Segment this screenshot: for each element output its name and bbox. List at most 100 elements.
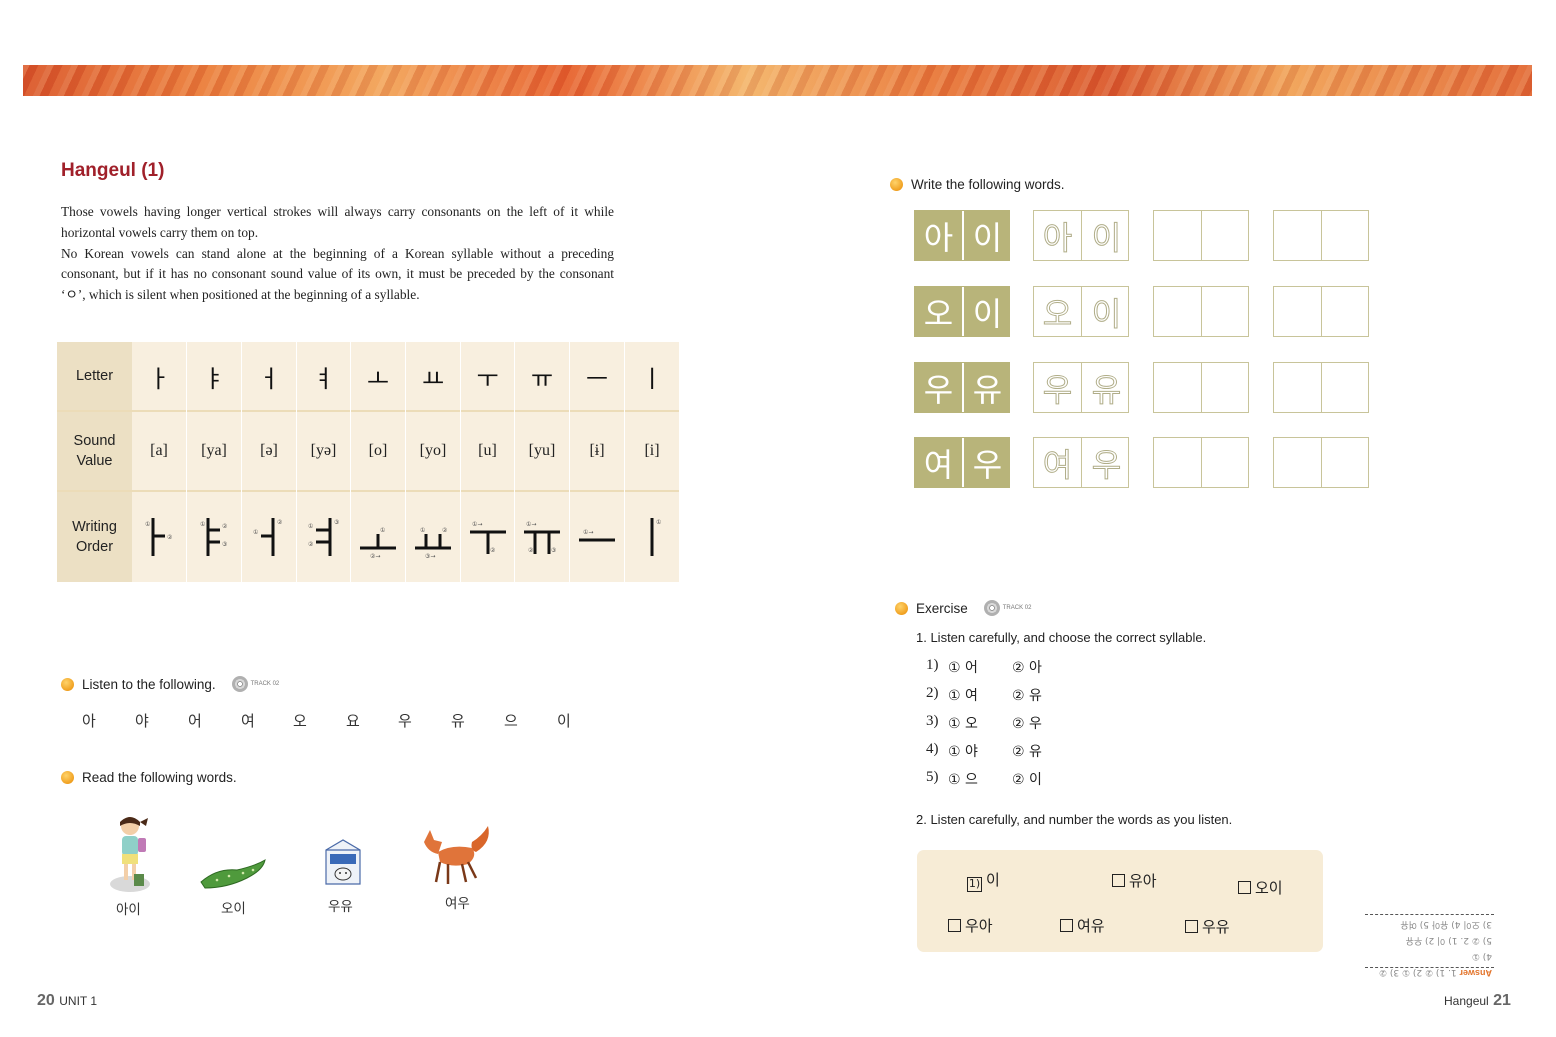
syllable: 여 (241, 712, 255, 730)
writing-box-blank[interactable] (1273, 362, 1369, 413)
sound-cell: [a] (150, 442, 168, 459)
cd-icon (231, 676, 248, 692)
option-a[interactable]: ① 오 (948, 713, 978, 733)
sound-cell: [ɨ] (589, 442, 605, 459)
letter-cell: ㅛ (421, 364, 445, 393)
svg-text:①: ① (200, 521, 205, 528)
writing-box-trace[interactable]: 우유 (1033, 362, 1129, 413)
option-b[interactable]: ② 유 (1012, 741, 1042, 761)
box-divider (1321, 438, 1322, 487)
letter-cell: ㅠ (530, 364, 554, 393)
milk-carton-illustration (325, 839, 361, 885)
writing-box-blank[interactable] (1153, 437, 1249, 488)
writing-box-blank[interactable] (1273, 437, 1369, 488)
q2-word: 오이 (1255, 879, 1283, 897)
writing-box-blank[interactable] (1153, 286, 1249, 337)
model-syllable: 이 (972, 294, 1003, 333)
trace-syllable: 이 (1091, 218, 1122, 257)
writing-box-trace[interactable]: 오이 (1033, 286, 1129, 337)
trace-syllable: 우 (1042, 370, 1073, 409)
writing-box-trace[interactable]: 아이 (1033, 210, 1129, 261)
option-b[interactable]: ② 우 (1012, 713, 1042, 733)
sound-cell: [yə] (310, 442, 337, 459)
writing-order-cell: ① (625, 492, 679, 582)
cucumber-illustration (200, 858, 266, 889)
syllable: 어 (188, 712, 202, 730)
q2-word-option[interactable]: 우유 (1185, 916, 1230, 937)
writing-box-trace[interactable]: 여우 (1033, 437, 1129, 488)
q2-answer-box (917, 850, 1323, 952)
svg-text:②: ② (167, 534, 173, 541)
syllable: 유 (451, 712, 465, 730)
checkbox[interactable] (948, 919, 961, 932)
trace-syllable: 오 (1042, 294, 1073, 333)
option-a[interactable]: ① 여 (948, 685, 978, 705)
svg-text:②→: ②→ (370, 553, 380, 560)
checkbox[interactable] (1185, 920, 1198, 933)
writing-order-cell: ①② (242, 492, 296, 582)
stroke-order-diagram: ① ② ③→ (415, 527, 451, 560)
svg-text:③→: ③→ (425, 553, 435, 560)
box-divider (1081, 438, 1082, 487)
read-label: Read the following words. (82, 770, 237, 785)
option-b[interactable]: ② 아 (1012, 657, 1042, 677)
model-syllable: 이 (972, 218, 1003, 257)
q2-word-option[interactable]: 우아 (948, 915, 993, 936)
writing-box-blank[interactable] (1273, 286, 1369, 337)
item-number: 4) (926, 741, 939, 757)
bullet-icon (61, 771, 74, 784)
q2-word: 우유 (1202, 918, 1230, 936)
svg-text:③: ③ (222, 541, 227, 548)
svg-text:②: ② (442, 527, 448, 534)
q1-item: 2) (926, 685, 939, 702)
row-header-writing-text: Writing Order (72, 519, 117, 555)
checkbox[interactable] (1238, 881, 1251, 894)
model-syllable: 유 (972, 370, 1003, 409)
writing-box-blank[interactable] (1153, 210, 1249, 261)
writing-box-blank[interactable] (1273, 210, 1369, 261)
q1-prompt: 1. Listen carefully, and choose the corr… (916, 630, 1207, 645)
unit-label: UNIT 1 (59, 994, 98, 1008)
writing-box-model: 우유 (914, 362, 1010, 413)
stroke-order-diagram: ①→ ② (469, 521, 506, 554)
track-audio-button[interactable]: TRACK 02 (983, 600, 1031, 616)
q2-word: 이 (986, 871, 1000, 889)
option-b[interactable]: ② 이 (1012, 769, 1042, 789)
letter-cell: ㅣ (640, 364, 664, 393)
model-syllable: 여 (923, 445, 954, 484)
svg-text:②: ② (222, 523, 228, 530)
checkbox[interactable] (1112, 874, 1125, 887)
sound-cell: [i] (644, 442, 660, 459)
letter-cell: ㅗ (366, 364, 390, 393)
writing-box-blank[interactable] (1153, 362, 1249, 413)
checkbox[interactable] (1060, 919, 1073, 932)
box-divider (1201, 211, 1202, 260)
answer-key: Answer 1. 1) ② 2) ① 3) ② 4) ① 5) ② 2. 1)… (1365, 914, 1494, 978)
svg-text:①→: ①→ (583, 529, 593, 536)
q1-item: 3) (926, 713, 939, 730)
q2-word-option[interactable]: 여유 (1060, 915, 1105, 936)
q2-word: 우아 (965, 917, 993, 935)
model-syllable: 우 (923, 370, 954, 409)
option-a[interactable]: ① 으 (948, 769, 978, 789)
number-box: 1) (967, 877, 982, 892)
top-banner (23, 65, 1532, 96)
stroke-order-diagram: ①② (145, 518, 173, 556)
option-a[interactable]: ① 야 (948, 741, 978, 761)
box-divider (1321, 363, 1322, 412)
q2-word-option[interactable]: 유아 (1112, 870, 1157, 891)
sound-cell: [yo] (419, 442, 447, 459)
row-header-sound-text: Sound Value (73, 433, 116, 469)
q2-word-option[interactable]: 오이 (1238, 877, 1283, 898)
writing-order-cell: ① ② ③ (187, 492, 241, 582)
track-audio-button[interactable]: TRACK 02 (231, 676, 279, 692)
sound-cell: [u] (478, 442, 497, 459)
writing-order-cell: ① ② ③→ (406, 492, 460, 582)
option-b[interactable]: ② 유 (1012, 685, 1042, 705)
answer-line: Answer 1. 1) ② 2) ① 3) ② 4) ① (1367, 948, 1492, 981)
answer-line: 5) ② 2. 1) 이 2) 우유 (1405, 935, 1492, 945)
sound-cell: [ə] (260, 442, 278, 459)
q2-word: 여유 (1077, 917, 1105, 935)
book-label: Hangeul (1444, 994, 1489, 1008)
option-a[interactable]: ① 어 (948, 657, 978, 677)
